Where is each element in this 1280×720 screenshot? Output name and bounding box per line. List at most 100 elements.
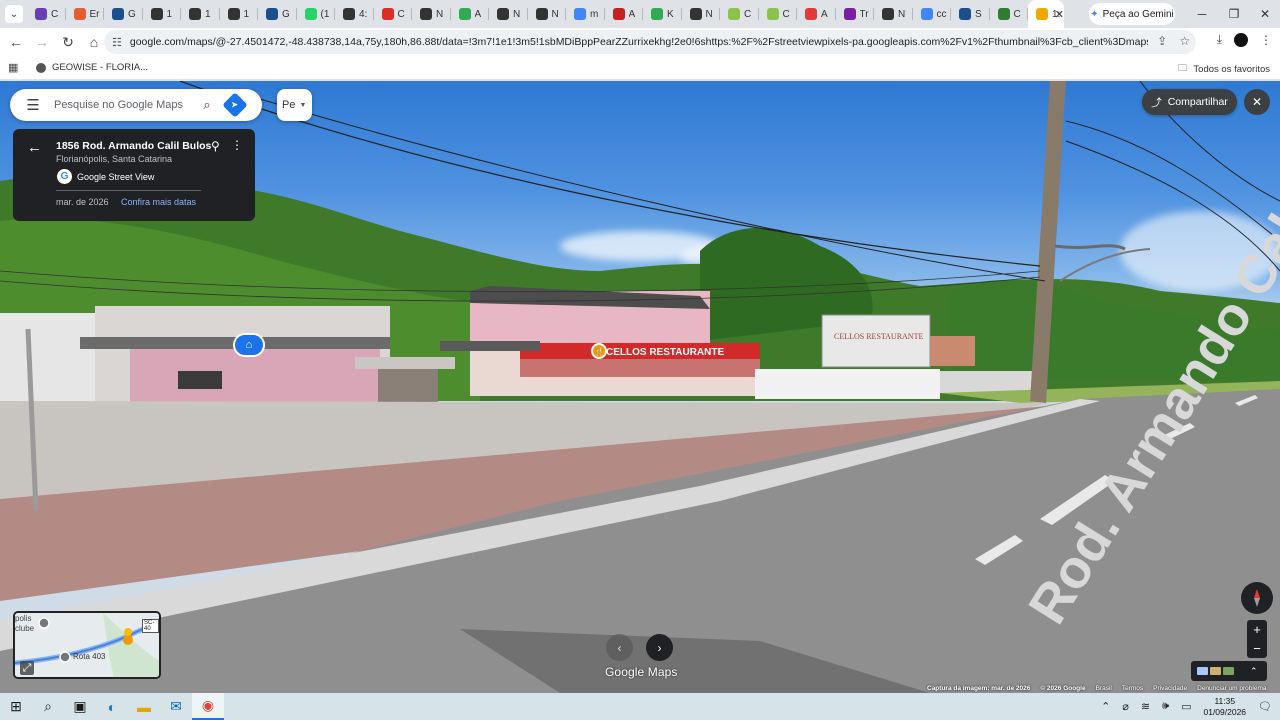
tab[interactable]: 4:: [335, 0, 374, 28]
more-options-icon[interactable]: ⋮: [231, 138, 243, 152]
footer-privacy-link[interactable]: Privacidade: [1153, 685, 1187, 692]
tab[interactable]: N: [874, 0, 913, 28]
apps-grid-icon[interactable]: ▦: [8, 61, 22, 74]
close-street-view-button[interactable]: ✕: [1244, 89, 1270, 115]
layer-chip-button[interactable]: Pe ▼: [277, 89, 312, 121]
task-view-icon[interactable]: ▣: [64, 693, 96, 720]
bookmark-item[interactable]: GEOWISE - FLORIA...: [36, 62, 148, 73]
layer-thumbnail[interactable]: [1210, 667, 1221, 675]
site-info-icon[interactable]: ☷: [112, 36, 122, 49]
minimap[interactable]: polis clube Rota 403 SC-40 ⤢: [13, 611, 161, 679]
download-icon[interactable]: ⤓: [1217, 32, 1222, 47]
footer-report-link[interactable]: Denunciar um problema: [1197, 685, 1266, 692]
footer-terms-link[interactable]: Termos: [1122, 685, 1143, 692]
tab-label: N: [551, 8, 559, 20]
tab-label: S: [975, 8, 982, 20]
layer-thumbnail[interactable]: [1197, 667, 1208, 675]
url-text[interactable]: google.com/maps/@-27.4501472,-48.438738,…: [130, 36, 1148, 48]
zoom-out-button[interactable]: −: [1253, 639, 1261, 658]
tab[interactable]: C: [720, 0, 759, 28]
forward-button[interactable]: →: [30, 30, 54, 54]
place-marker-icon[interactable]: ⌂: [233, 333, 265, 357]
outlook-icon[interactable]: ✉: [160, 693, 192, 720]
notifications-icon[interactable]: 🗨: [1258, 700, 1272, 713]
home-button[interactable]: ⌂: [82, 30, 106, 54]
restaurant-marker-icon[interactable]: 🍴: [591, 343, 607, 359]
tab-favicon-icon: [189, 8, 201, 20]
minimize-button[interactable]: ─: [1187, 4, 1217, 24]
chevron-up-icon[interactable]: ⌃: [1101, 700, 1110, 713]
tab[interactable]: N: [682, 0, 721, 28]
compass-button[interactable]: [1241, 582, 1273, 614]
expand-up-icon[interactable]: ⌃: [1250, 666, 1258, 677]
bookmark-star-icon[interactable]: ☆: [1179, 34, 1190, 48]
next-arrow-button[interactable]: ›: [646, 634, 673, 661]
tab[interactable]: 1: [143, 0, 182, 28]
tab[interactable]: C: [990, 0, 1029, 28]
tab[interactable]: G: [104, 0, 143, 28]
tab-favicon-icon: [535, 8, 548, 20]
menu-hamburger-icon[interactable]: ☰: [18, 96, 48, 114]
restore-button[interactable]: ❐: [1219, 4, 1249, 24]
tab[interactable]: C: [374, 0, 413, 28]
edge-icon[interactable]: ◐: [96, 693, 128, 720]
street-light-arm: [1054, 244, 1126, 251]
tab[interactable]: cc: [913, 0, 952, 28]
all-bookmarks-button[interactable]: 🗀 Todos os favoritos: [1178, 61, 1270, 77]
tab-favicon-icon: [959, 8, 971, 20]
battery-icon[interactable]: ▭: [1181, 700, 1191, 713]
tab[interactable]: 1: [181, 0, 220, 28]
tab[interactable]: A: [797, 0, 836, 28]
tab[interactable]: 1: [220, 0, 259, 28]
share-button[interactable]: ⤴ Compartilhar: [1142, 89, 1237, 115]
tab[interactable]: A: [605, 0, 644, 28]
window-close-button[interactable]: ✕: [1250, 4, 1280, 24]
tab-search-chevron-icon[interactable]: ⌄: [5, 5, 23, 23]
wifi-icon[interactable]: ≋: [1141, 700, 1150, 713]
file-explorer-icon[interactable]: ▬: [128, 693, 160, 720]
distant-house: [930, 336, 975, 366]
footer-country[interactable]: Brasil: [1096, 685, 1112, 692]
reload-button[interactable]: ↻: [56, 30, 80, 54]
search-icon[interactable]: ⌕: [194, 97, 220, 113]
layer-thumbnail[interactable]: [1223, 667, 1234, 675]
chrome-icon[interactable]: ◉: [192, 693, 224, 720]
tab[interactable]: m: [566, 0, 605, 28]
tab[interactable]: A: [451, 0, 490, 28]
volume-icon[interactable]: 🕪: [1162, 700, 1169, 713]
tab-active[interactable]: 1: ✕: [1028, 0, 1064, 28]
more-dates-link[interactable]: Confira mais datas: [121, 197, 196, 207]
tab[interactable]: N: [489, 0, 528, 28]
tab[interactable]: K: [643, 0, 682, 28]
back-button[interactable]: ←: [4, 30, 28, 54]
tab[interactable]: C: [759, 0, 798, 28]
windows-start-icon[interactable]: ⊞: [0, 693, 32, 720]
search-input[interactable]: [54, 99, 194, 111]
menu-kebab-icon[interactable]: ⋮: [1260, 33, 1272, 47]
install-app-icon[interactable]: ⇪: [1157, 34, 1167, 48]
network-off-icon[interactable]: ⌀: [1122, 700, 1129, 713]
address-bar[interactable]: ☷ google.com/maps/@-27.4501472,-48.43873…: [104, 30, 1196, 54]
gemini-button[interactable]: ✦ Peça ao Gemini: [1089, 3, 1175, 25]
back-arrow-icon[interactable]: ←: [27, 139, 42, 156]
tab-close-button[interactable]: ✕: [1055, 8, 1064, 21]
imagery-layers-strip[interactable]: ⌃: [1191, 661, 1267, 681]
tab[interactable]: Er: [66, 0, 105, 28]
tab[interactable]: Tr: [836, 0, 875, 28]
power-line: [1065, 120, 1280, 242]
caret-down-icon: ▼: [299, 101, 307, 109]
tab[interactable]: N: [412, 0, 451, 28]
tab[interactable]: N: [528, 0, 567, 28]
tab[interactable]: G: [258, 0, 297, 28]
location-pin-icon[interactable]: ⚲: [211, 139, 220, 153]
directions-icon[interactable]: ➤: [222, 92, 248, 118]
expand-icon[interactable]: ⤢: [20, 661, 34, 675]
search-icon[interactable]: ⌕: [32, 693, 64, 720]
tab[interactable]: C: [27, 0, 66, 28]
zoom-in-button[interactable]: +: [1253, 620, 1261, 639]
profile-avatar[interactable]: [1234, 32, 1248, 47]
tab[interactable]: S: [951, 0, 990, 28]
previous-arrow-button[interactable]: ‹: [606, 634, 633, 661]
clock[interactable]: 11:35 01/09/2026: [1203, 696, 1246, 718]
tab[interactable]: (1: [297, 0, 336, 28]
